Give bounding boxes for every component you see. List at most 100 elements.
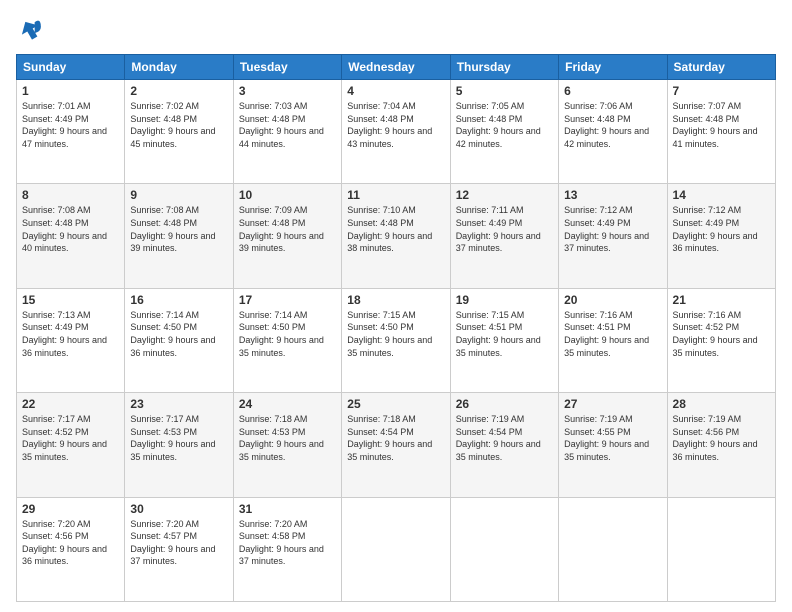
cell-content: Sunrise: 7:10 AMSunset: 4:48 PMDaylight:… xyxy=(347,204,444,254)
logo-icon xyxy=(16,16,44,44)
cell-content: Sunrise: 7:17 AMSunset: 4:52 PMDaylight:… xyxy=(22,413,119,463)
table-row: 31Sunrise: 7:20 AMSunset: 4:58 PMDayligh… xyxy=(233,497,341,601)
cell-content: Sunrise: 7:06 AMSunset: 4:48 PMDaylight:… xyxy=(564,100,661,150)
table-row: 8 Sunrise: 7:08 AMSunset: 4:48 PMDaylight… xyxy=(17,184,125,288)
cell-content: Sunrise: 7:17 AMSunset: 4:53 PMDaylight:… xyxy=(130,413,227,463)
cell-content: Sunrise: 7:08 AMSunset: 4:48 PMDaylight:… xyxy=(22,204,119,254)
calendar-row: 29 Sunrise: 7:20 AMSunset: 4:56 PMDayligh… xyxy=(17,497,776,601)
day-number: 15 xyxy=(22,293,119,307)
table-row: 26 Sunrise: 7:19 AMSunset: 4:54 PMDayligh… xyxy=(450,393,558,497)
cell-content: Sunrise: 7:09 AMSunset: 4:48 PMDaylight:… xyxy=(239,204,336,254)
page: Sunday Monday Tuesday Wednesday Thursday… xyxy=(0,0,792,612)
day-number: 8 xyxy=(22,188,119,202)
col-sunday: Sunday xyxy=(17,55,125,80)
table-row: 17 Sunrise: 7:14 AMSunset: 4:50 PMDayligh… xyxy=(233,288,341,392)
col-thursday: Thursday xyxy=(450,55,558,80)
cell-content: Sunrise: 7:19 AMSunset: 4:56 PMDaylight:… xyxy=(673,413,770,463)
calendar-row: 22 Sunrise: 7:17 AMSunset: 4:52 PMDayligh… xyxy=(17,393,776,497)
calendar-row: 8 Sunrise: 7:08 AMSunset: 4:48 PMDaylight… xyxy=(17,184,776,288)
table-row: 13 Sunrise: 7:12 AMSunset: 4:49 PMDayligh… xyxy=(559,184,667,288)
table-row xyxy=(667,497,775,601)
col-saturday: Saturday xyxy=(667,55,775,80)
calendar-header-row: Sunday Monday Tuesday Wednesday Thursday… xyxy=(17,55,776,80)
table-row: 15Sunrise: 7:13 AMSunset: 4:49 PMDayligh… xyxy=(17,288,125,392)
day-number: 21 xyxy=(673,293,770,307)
day-number: 26 xyxy=(456,397,553,411)
table-row: 9 Sunrise: 7:08 AMSunset: 4:48 PMDaylight… xyxy=(125,184,233,288)
table-row: 12Sunrise: 7:11 AMSunset: 4:49 PMDayligh… xyxy=(450,184,558,288)
day-number: 20 xyxy=(564,293,661,307)
table-row: 19 Sunrise: 7:15 AMSunset: 4:51 PMDayligh… xyxy=(450,288,558,392)
cell-content: Sunrise: 7:07 AMSunset: 4:48 PMDaylight:… xyxy=(673,100,770,150)
day-number: 3 xyxy=(239,84,336,98)
table-row: 10 Sunrise: 7:09 AMSunset: 4:48 PMDayligh… xyxy=(233,184,341,288)
day-number: 30 xyxy=(130,502,227,516)
day-number: 19 xyxy=(456,293,553,307)
table-row: 20 Sunrise: 7:16 AMSunset: 4:51 PMDayligh… xyxy=(559,288,667,392)
cell-content: Sunrise: 7:12 AMSunset: 4:49 PMDaylight:… xyxy=(673,204,770,254)
col-tuesday: Tuesday xyxy=(233,55,341,80)
table-row: 6 Sunrise: 7:06 AMSunset: 4:48 PMDaylight… xyxy=(559,80,667,184)
table-row: 14 Sunrise: 7:12 AMSunset: 4:49 PMDayligh… xyxy=(667,184,775,288)
day-number: 10 xyxy=(239,188,336,202)
day-number: 27 xyxy=(564,397,661,411)
table-row: 21 Sunrise: 7:16 AMSunset: 4:52 PMDayligh… xyxy=(667,288,775,392)
table-row: 5Sunrise: 7:05 AMSunset: 4:48 PMDaylight… xyxy=(450,80,558,184)
table-row: 23 Sunrise: 7:17 AMSunset: 4:53 PMDayligh… xyxy=(125,393,233,497)
day-number: 23 xyxy=(130,397,227,411)
table-row: 4Sunrise: 7:04 AMSunset: 4:48 PMDaylight… xyxy=(342,80,450,184)
table-row: 7 Sunrise: 7:07 AMSunset: 4:48 PMDaylight… xyxy=(667,80,775,184)
table-row xyxy=(559,497,667,601)
day-number: 22 xyxy=(22,397,119,411)
calendar-row: 15Sunrise: 7:13 AMSunset: 4:49 PMDayligh… xyxy=(17,288,776,392)
cell-content: Sunrise: 7:02 AMSunset: 4:48 PMDaylight:… xyxy=(130,100,227,150)
col-friday: Friday xyxy=(559,55,667,80)
table-row: 28Sunrise: 7:19 AMSunset: 4:56 PMDayligh… xyxy=(667,393,775,497)
table-row: 25 Sunrise: 7:18 AMSunset: 4:54 PMDayligh… xyxy=(342,393,450,497)
calendar-table: Sunday Monday Tuesday Wednesday Thursday… xyxy=(16,54,776,602)
day-number: 2 xyxy=(130,84,227,98)
table-row xyxy=(342,497,450,601)
day-number: 9 xyxy=(130,188,227,202)
day-number: 24 xyxy=(239,397,336,411)
day-number: 17 xyxy=(239,293,336,307)
day-number: 25 xyxy=(347,397,444,411)
day-number: 14 xyxy=(673,188,770,202)
header xyxy=(16,16,776,44)
cell-content: Sunrise: 7:19 AMSunset: 4:54 PMDaylight:… xyxy=(456,413,553,463)
table-row: 30 Sunrise: 7:20 AMSunset: 4:57 PMDayligh… xyxy=(125,497,233,601)
day-number: 29 xyxy=(22,502,119,516)
cell-content: Sunrise: 7:16 AMSunset: 4:52 PMDaylight:… xyxy=(673,309,770,359)
cell-content: Sunrise: 7:20 AMSunset: 4:56 PMDaylight:… xyxy=(22,518,119,568)
col-wednesday: Wednesday xyxy=(342,55,450,80)
table-row: 16 Sunrise: 7:14 AMSunset: 4:50 PMDayligh… xyxy=(125,288,233,392)
day-number: 11 xyxy=(347,188,444,202)
cell-content: Sunrise: 7:15 AMSunset: 4:50 PMDaylight:… xyxy=(347,309,444,359)
cell-content: Sunrise: 7:14 AMSunset: 4:50 PMDaylight:… xyxy=(130,309,227,359)
cell-content: Sunrise: 7:12 AMSunset: 4:49 PMDaylight:… xyxy=(564,204,661,254)
day-number: 7 xyxy=(673,84,770,98)
day-number: 1 xyxy=(22,84,119,98)
table-row: 1 Sunrise: 7:01 AMSunset: 4:49 PMDaylight… xyxy=(17,80,125,184)
cell-content: Sunrise: 7:16 AMSunset: 4:51 PMDaylight:… xyxy=(564,309,661,359)
cell-content: Sunrise: 7:15 AMSunset: 4:51 PMDaylight:… xyxy=(456,309,553,359)
cell-content: Sunrise: 7:20 AMSunset: 4:57 PMDaylight:… xyxy=(130,518,227,568)
logo xyxy=(16,16,48,44)
table-row: 24 Sunrise: 7:18 AMSunset: 4:53 PMDayligh… xyxy=(233,393,341,497)
table-row xyxy=(450,497,558,601)
day-number: 4 xyxy=(347,84,444,98)
col-monday: Monday xyxy=(125,55,233,80)
cell-content: Sunrise: 7:01 AMSunset: 4:49 PMDaylight:… xyxy=(22,100,119,150)
calendar-row: 1 Sunrise: 7:01 AMSunset: 4:49 PMDaylight… xyxy=(17,80,776,184)
cell-content: Sunrise: 7:18 AMSunset: 4:54 PMDaylight:… xyxy=(347,413,444,463)
cell-content: Sunrise: 7:20 AMSunset: 4:58 PMDaylight:… xyxy=(239,518,336,568)
day-number: 13 xyxy=(564,188,661,202)
day-number: 6 xyxy=(564,84,661,98)
cell-content: Sunrise: 7:11 AMSunset: 4:49 PMDaylight:… xyxy=(456,204,553,254)
cell-content: Sunrise: 7:14 AMSunset: 4:50 PMDaylight:… xyxy=(239,309,336,359)
cell-content: Sunrise: 7:19 AMSunset: 4:55 PMDaylight:… xyxy=(564,413,661,463)
cell-content: Sunrise: 7:08 AMSunset: 4:48 PMDaylight:… xyxy=(130,204,227,254)
table-row: 2 Sunrise: 7:02 AMSunset: 4:48 PMDaylight… xyxy=(125,80,233,184)
day-number: 16 xyxy=(130,293,227,307)
cell-content: Sunrise: 7:18 AMSunset: 4:53 PMDaylight:… xyxy=(239,413,336,463)
